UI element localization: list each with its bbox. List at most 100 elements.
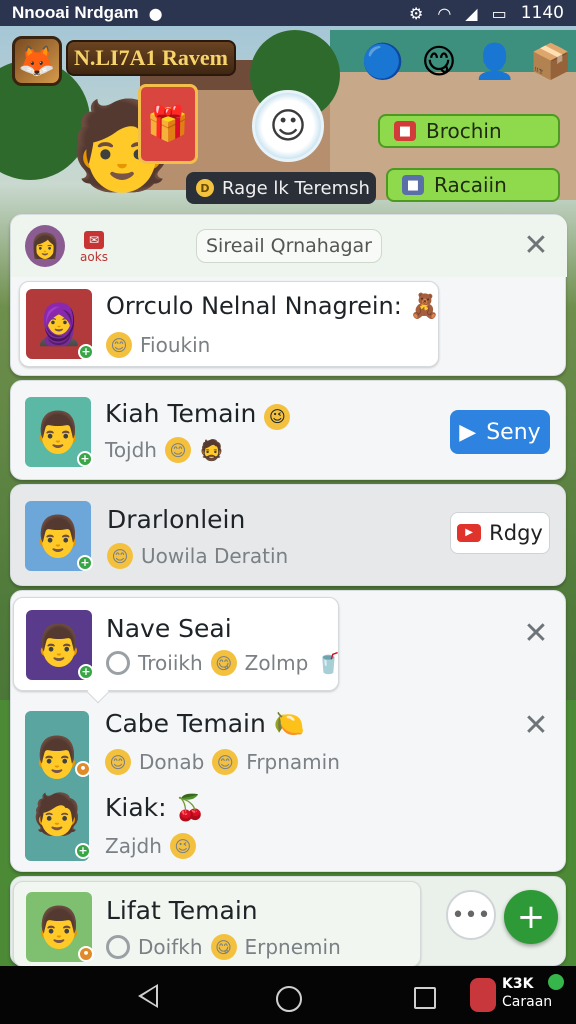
search-row: 👩 ✉ aoks Sireail Qrnahagar ✕ — [11, 215, 567, 277]
online-indicator: • — [78, 946, 94, 962]
app-character-icon — [470, 978, 496, 1012]
contact-name: Orrculo Nelnal Nnagrein: 🧸 — [106, 292, 439, 320]
contact-name-text: Lifat Temain — [106, 896, 258, 925]
status-app-title: Nnooai Nrdgam — [12, 3, 139, 22]
smiley-icon: 😊 — [107, 543, 133, 569]
contact-status-extra: Erpnemin — [244, 935, 341, 959]
contact-name-text: Orrculo Nelnal Nnagrein: — [106, 292, 402, 320]
send-button[interactable]: ▶ Seny — [450, 410, 550, 454]
battery-icon: ▭ — [491, 3, 507, 23]
pinned-app-shortcut[interactable]: K3K Caraan — [468, 972, 568, 1020]
racaiin-label: Racaiin — [434, 173, 507, 197]
online-indicator: + — [77, 555, 93, 571]
contact-status: 😊 Donab 😊 Frpnamin — [105, 749, 340, 775]
contact-name: Lifat Temain — [106, 896, 258, 925]
contact-status-text: Tojdh — [105, 438, 157, 462]
blue-blob-icon[interactable]: 🔵 — [358, 36, 408, 88]
avatar: 👨 — [32, 735, 82, 781]
smiley-icon: 😉 — [264, 403, 291, 430]
plus-icon: + — [516, 897, 546, 937]
recents-icon[interactable] — [414, 987, 436, 1009]
player-name-plate[interactable]: N.LI7A1 Ravem — [66, 40, 236, 76]
brochin-label: Brochin — [426, 119, 502, 143]
smiley-icon: 😋 — [210, 650, 237, 676]
top-icon-row: 🔵 😋 👤 📦 — [358, 36, 576, 88]
search-input[interactable]: Sireail Qrnahagar — [196, 229, 382, 263]
racaiin-button[interactable]: ■ Racaiin — [386, 168, 560, 202]
chat-panel: 👩 ✉ aoks Sireail Qrnahagar ✕ 🧕 + Orrculo … — [10, 214, 567, 967]
box-icon: ■ — [402, 175, 424, 195]
timer-face-icon[interactable]: ☺ — [252, 90, 324, 162]
chat-card: 👨 + Nave Seai Troiikh 😋 Zolmp 🥤 ✕ 👨 🧑 • … — [10, 590, 566, 872]
settings-icon: ⚙ — [408, 3, 424, 23]
coin-icon: D — [196, 179, 214, 197]
back-icon[interactable] — [138, 984, 158, 1008]
smiley-icon: 😊 — [212, 749, 239, 775]
contact-status: Troiikh 😋 Zolmp 🥤 — [106, 650, 341, 676]
contact-name-text: Kiah Temain — [105, 399, 257, 428]
contact-name[interactable]: Cabe Temain 🍋 — [105, 709, 305, 739]
status-time: 1140 — [520, 3, 564, 23]
status-bar: Nnooai Nrdgam ● ⚙ ◠ ◢ ▭ 1140 — [0, 0, 576, 26]
contact-name-text: Cabe Temain — [105, 709, 266, 738]
list-item[interactable]: 👨 + Nave Seai Troiikh 😋 Zolmp 🥤 — [13, 597, 341, 704]
send-label: Seny — [486, 419, 541, 445]
notification-icon: ● — [148, 3, 163, 23]
contact-status-text: Troiikh — [138, 651, 203, 675]
online-indicator: • — [75, 761, 91, 777]
status-chip[interactable]: D Rage lk Teremsh — [186, 172, 376, 204]
fruit-icon: 🍋 — [273, 709, 305, 738]
contact-status-text: Donab — [139, 750, 205, 774]
contact-status-text: Doifkh — [138, 935, 203, 959]
contact-name[interactable]: Kiak: 🍒 — [105, 793, 206, 823]
smiley-icon: 😊 — [164, 437, 191, 463]
fruit-icon: 🍒 — [174, 793, 206, 822]
play-icon: ▶ — [459, 419, 477, 445]
online-indicator: + — [75, 843, 91, 859]
contact-status: Zajdh 😉 — [105, 833, 196, 859]
rdgy-label: Rdgy — [489, 521, 543, 545]
smiley-icon: 😊 — [105, 749, 131, 775]
contact-name: Drarlonlein — [107, 505, 245, 534]
close-icon[interactable]: ✕ — [519, 229, 553, 263]
close-icon[interactable]: ✕ — [519, 709, 553, 743]
navigation-bar: K3K Caraan — [0, 966, 576, 1024]
smiley-icon: 😉 — [169, 833, 196, 859]
bubble-tail — [86, 680, 110, 704]
timer-face-glyph: ☺ — [269, 105, 307, 147]
avatar[interactable]: 👩 — [25, 225, 65, 267]
contact-name-text: Drarlonlein — [107, 505, 246, 534]
reward-card-icon[interactable]: 🎁 — [138, 84, 198, 164]
more-options-button[interactable]: ••• — [446, 890, 496, 940]
list-item[interactable]: 🧕 + Orrculo Nelnal Nnagrein: 🧸 😊 Fioukin — [19, 281, 439, 367]
yellow-blob-icon[interactable]: 😋 — [414, 36, 464, 88]
avatar-coin-icon[interactable]: 👤 — [470, 36, 520, 88]
notification-badge[interactable]: ✉ aoks — [79, 231, 109, 263]
online-indicator: + — [78, 664, 94, 680]
group-avatar[interactable]: 👨 🧑 — [25, 711, 89, 861]
online-indicator: + — [78, 344, 94, 360]
contact-status-text: Zajdh — [105, 834, 162, 858]
brochin-button[interactable]: ■ Brochin — [378, 114, 560, 148]
contact-status-text: Fioukin — [140, 333, 211, 357]
status-ring-icon — [106, 651, 130, 675]
contact-status-extra: Frpnamin — [246, 750, 340, 774]
gift-box-icon[interactable]: 📦 — [526, 36, 576, 88]
contact-status: 😊 Fioukin — [106, 332, 210, 358]
avatar: 🧑 — [32, 792, 82, 838]
contact-status: Tojdh 😊 🧔 — [105, 437, 224, 463]
gift-icon: ■ — [394, 121, 416, 141]
add-contact-button[interactable]: + — [504, 890, 558, 944]
rdgy-button[interactable]: ▶ Rdgy — [450, 512, 550, 554]
app-status-dot — [548, 974, 564, 990]
player-avatar[interactable]: 🦊 — [12, 36, 62, 86]
list-item[interactable]: 👨 • Lifat Temain Doifkh 😋 Erpnemin — [13, 881, 421, 967]
contact-name: Kiah Temain 😉 — [105, 399, 291, 430]
play-icon: ▶ — [457, 524, 482, 542]
player-name: N.LI7A1 Ravem — [74, 45, 228, 70]
chat-card: 👩 ✉ aoks Sireail Qrnahagar ✕ 🧕 + Orrculo … — [10, 214, 567, 376]
home-icon[interactable] — [276, 986, 302, 1012]
wifi-icon: ◠ — [437, 3, 452, 23]
close-icon[interactable]: ✕ — [519, 617, 553, 651]
smiley-icon: 😊 — [106, 332, 132, 358]
